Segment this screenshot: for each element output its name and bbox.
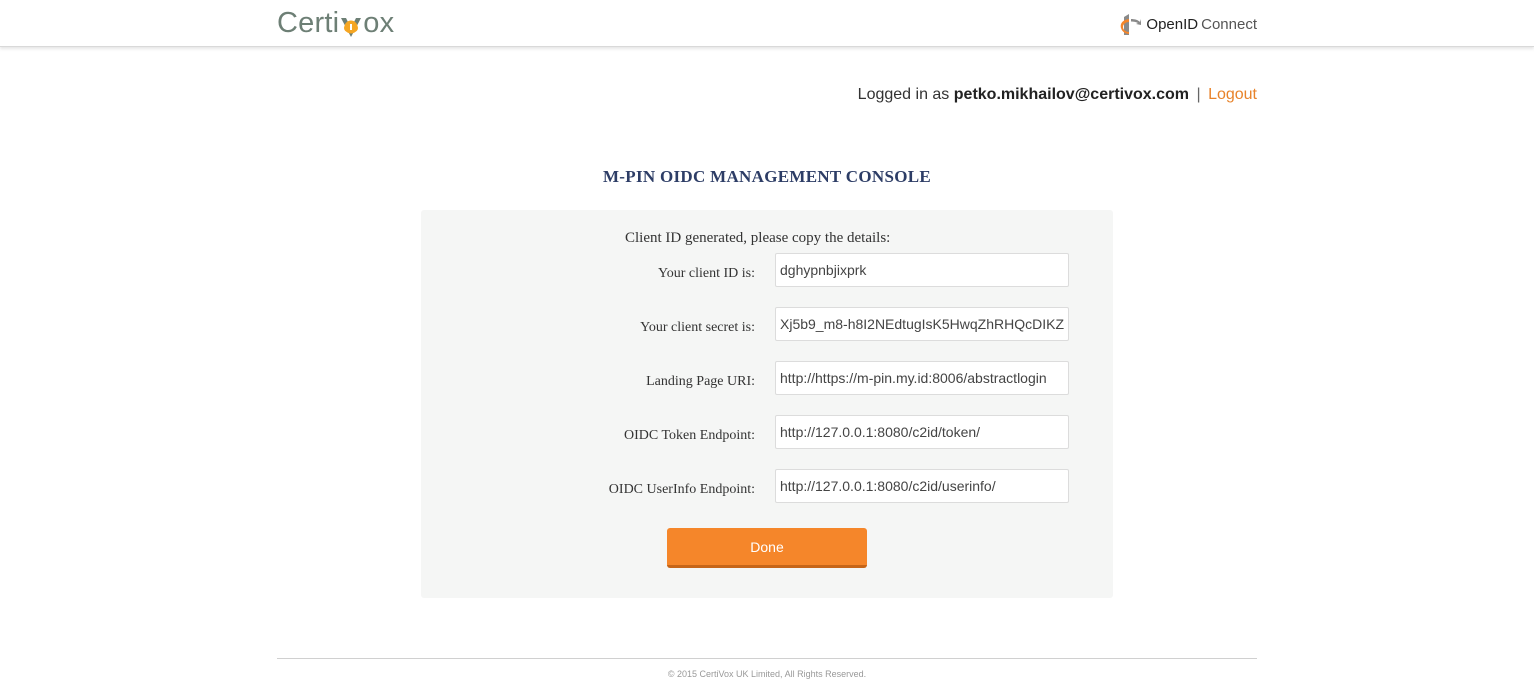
logged-in-prefix: Logged in as xyxy=(857,86,950,103)
client-secret-label: Your client secret is: xyxy=(640,320,755,335)
user-email: petko.mikhailov@certivox.com xyxy=(953,86,1189,103)
openid-icon xyxy=(1118,11,1142,37)
landing-page-uri-field[interactable] xyxy=(775,361,1069,395)
token-endpoint-field[interactable] xyxy=(775,415,1069,449)
logo-text-left: Certi xyxy=(277,6,340,39)
userinfo-endpoint-label: OIDC UserInfo Endpoint: xyxy=(608,482,755,497)
logout-link[interactable]: Logout xyxy=(1208,86,1257,103)
client-id-label: Your client ID is: xyxy=(658,266,755,281)
connect-label: Connect xyxy=(1201,15,1257,33)
openid-label: OpenID xyxy=(1146,15,1199,33)
done-button[interactable]: Done xyxy=(667,528,867,568)
footer-divider xyxy=(277,658,1257,659)
token-endpoint-label: OIDC Token Endpoint: xyxy=(624,428,755,443)
login-separator: | xyxy=(1196,86,1201,103)
page-title: M-PIN OIDC MANAGEMENT CONSOLE xyxy=(602,167,932,186)
openid-connect-logo[interactable]: OpenID Connect xyxy=(1118,10,1257,38)
logo-v-cloud-icon xyxy=(340,13,362,37)
userinfo-endpoint-field[interactable] xyxy=(775,469,1069,503)
client-details-panel: Client ID generated, please copy the det… xyxy=(421,210,1113,598)
certivox-logo[interactable]: Certi ox xyxy=(277,5,394,41)
footer-copyright: © 2015 CertiVox UK Limited, All Rights R… xyxy=(667,669,867,679)
panel-intro-text: Client ID generated, please copy the det… xyxy=(625,230,891,246)
client-id-field[interactable] xyxy=(775,253,1069,287)
landing-page-uri-label: Landing Page URI: xyxy=(646,374,755,389)
login-status: Logged in as petko.mikhailov@certivox.co… xyxy=(858,86,1257,104)
client-secret-field[interactable] xyxy=(775,307,1069,341)
top-header: Certi ox OpenID Connect xyxy=(0,0,1534,47)
logo-text-right: ox xyxy=(363,6,395,39)
